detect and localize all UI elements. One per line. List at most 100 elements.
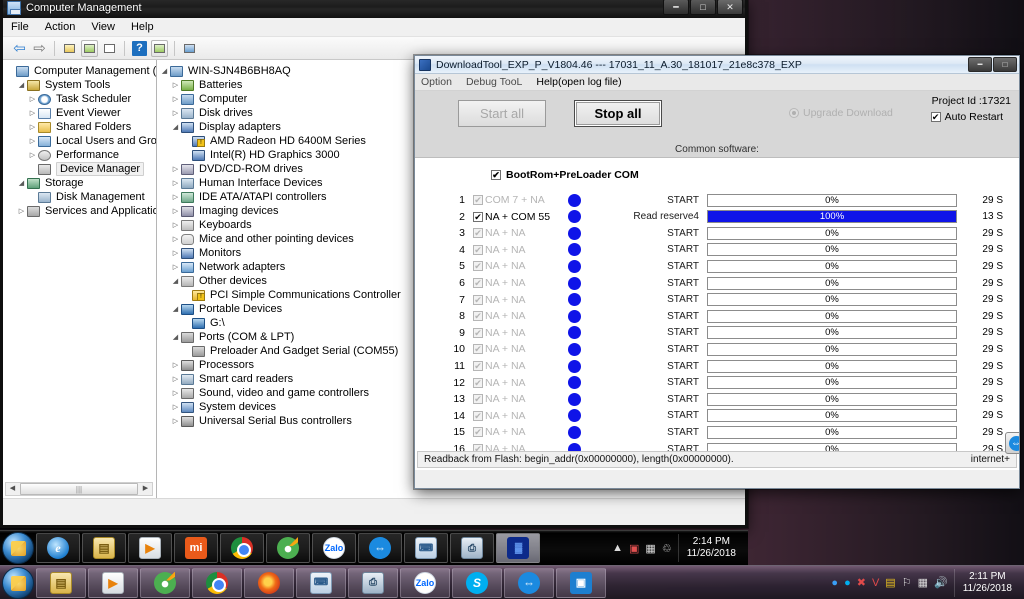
- port-row[interactable]: 14 ✔ NA + NA START 0% 29 S: [415, 408, 1019, 424]
- taskbar-button-teamviewer[interactable]: ⇔: [358, 533, 402, 563]
- expander-closed-icon[interactable]: ▷: [27, 151, 38, 159]
- taskbar-button-mozilla-firefox[interactable]: [244, 567, 294, 598]
- stop-all-button[interactable]: Stop all: [574, 100, 662, 127]
- auto-restart-checkbox[interactable]: ✔ Auto Restart: [930, 111, 1003, 123]
- port-row[interactable]: 1 ✔ COM 7 + NA START 0% 29 S: [415, 192, 1019, 208]
- menu-item-help-open-log-file[interactable]: Help(open log file): [536, 76, 621, 88]
- volume-tray-icon[interactable]: 🔊: [934, 576, 948, 589]
- port-row[interactable]: 11 ✔ NA + NA START 0% 29 S: [415, 358, 1019, 374]
- port-row-checkbox[interactable]: ✔: [471, 294, 485, 306]
- expander-closed-icon[interactable]: ▷: [170, 95, 181, 103]
- taskbar-button-internet-explorer[interactable]: e: [36, 533, 80, 563]
- taskbar-button-download-tool[interactable]: ▓: [496, 533, 540, 563]
- security-tray-icon[interactable]: ✖: [857, 576, 866, 589]
- taskbar-button-teamviewer[interactable]: ⇔: [504, 567, 554, 598]
- taskbar-button-remote-desktop[interactable]: ⌨: [404, 533, 448, 563]
- port-row[interactable]: 15 ✔ NA + NA START 0% 29 S: [415, 424, 1019, 440]
- minimize-button[interactable]: ━: [663, 0, 689, 15]
- checkbox-icon[interactable]: ✔: [930, 112, 941, 122]
- computer-management-titlebar[interactable]: Computer Management ━ □ ✕: [3, 0, 745, 18]
- port-row-checkbox[interactable]: ✔: [471, 343, 485, 355]
- port-row[interactable]: 7 ✔ NA + NA START 0% 29 S: [415, 292, 1019, 308]
- expander-closed-icon[interactable]: ▷: [170, 403, 181, 411]
- taskbar-outer[interactable]: ▤ ▶ ⌨ ⎙ Zalo S ⇔ ▣ ● ● ✖ V ▤ ⚐ ▦ 🔊 2:11 PM 11/2…: [0, 565, 1024, 599]
- checkbox-icon[interactable]: ✔: [473, 261, 483, 272]
- port-row-checkbox[interactable]: ✔: [471, 360, 485, 372]
- taskbar-button-mi-flash-tool[interactable]: mi: [174, 533, 218, 563]
- expander-open-icon[interactable]: ◢: [170, 277, 181, 285]
- teamviewer-float-icon[interactable]: ⇔: [1005, 432, 1019, 454]
- checkbox-icon[interactable]: ✔: [473, 344, 483, 355]
- expander-open-icon[interactable]: ◢: [159, 67, 170, 75]
- menu-item-option[interactable]: Option: [421, 76, 452, 88]
- port-row[interactable]: 6 ✔ NA + NA START 0% 29 S: [415, 275, 1019, 291]
- expander-closed-icon[interactable]: ▷: [27, 95, 38, 103]
- start-all-button[interactable]: Start all: [458, 100, 546, 127]
- checkbox-icon[interactable]: ✔: [473, 410, 483, 421]
- port-row-checkbox[interactable]: ✔: [471, 310, 485, 322]
- expander-closed-icon[interactable]: ▷: [170, 165, 181, 173]
- checkbox-icon[interactable]: ✔: [473, 228, 483, 239]
- console-tree[interactable]: Computer Management (Local◢System Tools▷…: [3, 60, 156, 218]
- port-row[interactable]: 4 ✔ NA + NA START 0% 29 S: [415, 242, 1019, 258]
- clock-outer[interactable]: 2:11 PM 11/26/2018: [953, 568, 1020, 597]
- scroll-right-arrow-icon[interactable]: ▶: [139, 483, 152, 495]
- checkbox-icon[interactable]: ✔: [473, 377, 483, 388]
- expander-closed-icon[interactable]: ▷: [170, 389, 181, 397]
- taskbar-button-green-app[interactable]: [266, 533, 310, 563]
- checkbox-icon[interactable]: ✔: [473, 361, 483, 371]
- scroll-left-arrow-icon[interactable]: ◀: [6, 483, 19, 495]
- skype-tray-icon[interactable]: ●: [844, 577, 851, 589]
- taskbar-inner-buttons[interactable]: e ▤ ▶ mi Zalo ⇔ ⌨ ⎙ ▓: [34, 533, 540, 563]
- port-row[interactable]: 9 ✔ NA + NA START 0% 29 S: [415, 325, 1019, 341]
- download-tool-titlebar[interactable]: DownloadTool_EXP_P_V1804.46 --- 17031_11…: [415, 56, 1019, 74]
- maximize-button[interactable]: □: [690, 0, 716, 15]
- console-tree-item[interactable]: Device Manager: [5, 162, 156, 176]
- port-row[interactable]: 12 ✔ NA + NA START 0% 29 S: [415, 375, 1019, 391]
- expander-open-icon[interactable]: ◢: [16, 81, 27, 89]
- menu-item-help[interactable]: Help: [131, 21, 154, 33]
- expander-closed-icon[interactable]: ▷: [170, 179, 181, 187]
- port-row-checkbox[interactable]: ✔: [471, 410, 485, 422]
- up-folder-icon[interactable]: [61, 40, 78, 57]
- console-tree-item[interactable]: ▷ Services and Applications: [5, 204, 156, 218]
- console-tree-item[interactable]: ◢ Storage: [5, 176, 156, 190]
- expander-open-icon[interactable]: ◢: [16, 179, 27, 187]
- expander-closed-icon[interactable]: ▷: [170, 249, 181, 257]
- expander-closed-icon[interactable]: ▷: [170, 81, 181, 89]
- zalo-tray-icon[interactable]: ●: [831, 577, 838, 589]
- expander-closed-icon[interactable]: ▷: [170, 361, 181, 369]
- port-row-checkbox[interactable]: ✔: [471, 277, 485, 289]
- expander-closed-icon[interactable]: ▷: [170, 109, 181, 117]
- show-hide-console-tree-icon[interactable]: [81, 39, 98, 57]
- antivirus-icon[interactable]: ▣: [629, 542, 639, 555]
- expander-closed-icon[interactable]: ▷: [27, 109, 38, 117]
- taskbar-button-remote-desktop[interactable]: ⌨: [296, 567, 346, 598]
- expander-closed-icon[interactable]: ▷: [27, 137, 38, 145]
- dt-minimize-button[interactable]: ━: [968, 57, 992, 72]
- console-tree-item[interactable]: Disk Management: [5, 190, 156, 204]
- upgrade-download-radio[interactable]: Upgrade Download: [789, 107, 893, 119]
- checkbox-icon[interactable]: ✔: [473, 427, 483, 438]
- taskbar-button-google-chrome[interactable]: [192, 567, 242, 598]
- taskbar-button-printer-tool[interactable]: ⎙: [450, 533, 494, 563]
- dictionary-tray-icon[interactable]: ▤: [885, 576, 895, 589]
- help-icon[interactable]: ?: [131, 40, 148, 57]
- taskbar-button-windows-explorer[interactable]: ▤: [36, 567, 86, 598]
- port-row[interactable]: 3 ✔ NA + NA START 0% 29 S: [415, 225, 1019, 241]
- vlc-tray-icon[interactable]: V: [872, 577, 879, 589]
- console-tree-item[interactable]: Computer Management (Local: [5, 64, 156, 78]
- show-hide-action-pane-icon[interactable]: [151, 39, 168, 57]
- console-tree-item[interactable]: ▷ Event Viewer: [5, 106, 156, 120]
- checkbox-icon[interactable]: ✔: [473, 211, 483, 222]
- expander-closed-icon[interactable]: ▷: [170, 375, 181, 383]
- download-tool-menubar[interactable]: Option Debug TooL Help(open log file): [415, 74, 1019, 91]
- bootrom-checkbox-icon[interactable]: ✔: [491, 170, 501, 180]
- checkbox-icon[interactable]: ✔: [473, 278, 483, 288]
- port-row-checkbox[interactable]: ✔: [471, 393, 485, 405]
- expander-open-icon[interactable]: ◢: [170, 333, 181, 341]
- checkbox-icon[interactable]: ✔: [473, 294, 483, 305]
- taskbar-outer-buttons[interactable]: ▤ ▶ ⌨ ⎙ Zalo S ⇔ ▣: [34, 567, 606, 598]
- checkbox-icon[interactable]: ✔: [473, 244, 483, 255]
- checkbox-icon[interactable]: ✔: [473, 195, 483, 205]
